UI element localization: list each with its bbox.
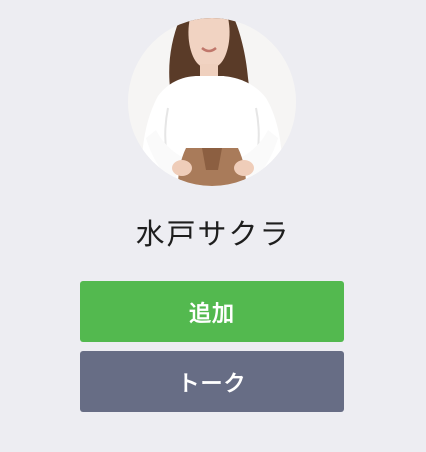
profile-screen: 水戸サクラ 追加 トーク [0, 0, 426, 452]
talk-button[interactable]: トーク [80, 351, 344, 412]
avatar-photo [128, 18, 296, 186]
avatar[interactable] [128, 18, 296, 186]
add-button-label: 追加 [188, 301, 235, 327]
talk-button-label: トーク [177, 371, 247, 397]
add-friend-button[interactable]: 追加 [80, 281, 344, 342]
profile-name: 水戸サクラ [135, 217, 291, 251]
